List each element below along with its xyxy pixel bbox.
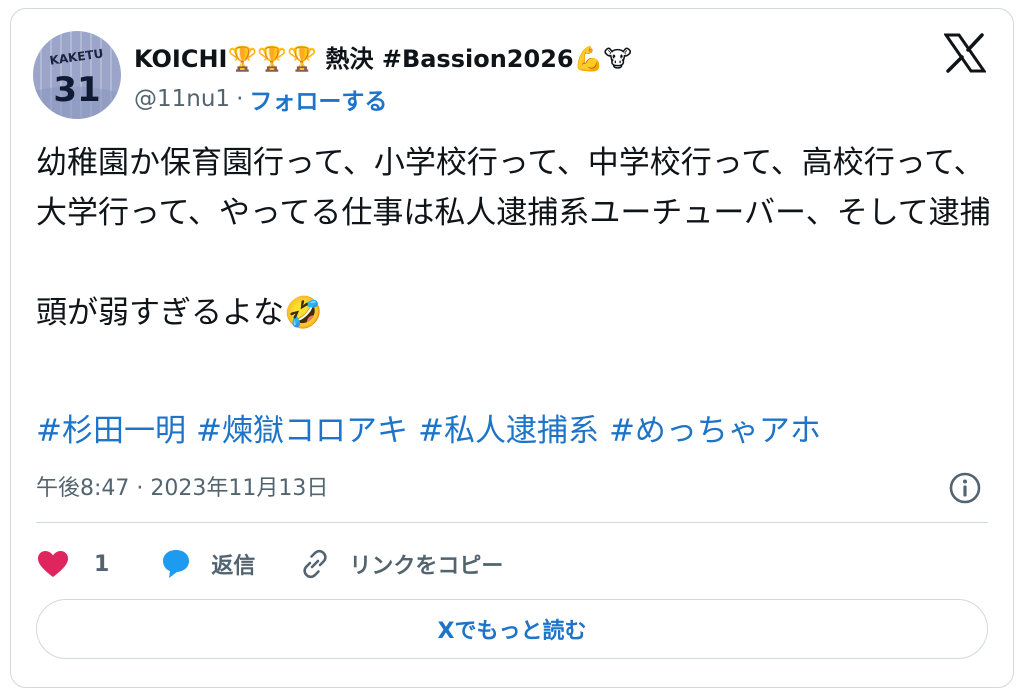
reply-button[interactable]: 返信 bbox=[159, 548, 255, 580]
paragraph-spacer bbox=[36, 238, 996, 288]
like-button[interactable]: 1 bbox=[36, 549, 109, 579]
display-name-row[interactable]: KOICHI🏆🏆🏆 熱決 #Bassion2026💪🐮 bbox=[134, 36, 632, 76]
divider bbox=[36, 522, 988, 523]
like-count: 1 bbox=[94, 551, 110, 577]
action-bar: 1 返信 リンクをコピー bbox=[36, 543, 503, 585]
heart-icon bbox=[36, 549, 70, 579]
hashtag-list: #杉田一明 #煉獄コロアキ #私人逮捕系 #めっちゃアホ bbox=[36, 406, 831, 456]
reply-label: 返信 bbox=[211, 554, 256, 579]
copy-link-label: リンクをコピー bbox=[349, 554, 504, 579]
tweet-timestamp[interactable]: 午後8:47 · 2023年11月13日 bbox=[36, 470, 328, 502]
hashtag-link[interactable]: #私人逮捕系 bbox=[418, 413, 599, 449]
info-icon[interactable] bbox=[948, 471, 982, 505]
x-logo-icon[interactable] bbox=[943, 33, 987, 73]
handle-row: @11nu1 · フォローする bbox=[134, 82, 387, 116]
tweet-paragraph: 頭が弱すぎるよな🤣 bbox=[36, 295, 323, 331]
avatar[interactable]: KAKETU 31 bbox=[33, 31, 121, 119]
tweet-paragraph: 幼稚園か保育園行って、小学校行って、中学校行って、高校行って、大学行って、やって… bbox=[36, 145, 991, 231]
hashtag-link[interactable]: #杉田一明 bbox=[36, 413, 186, 449]
copy-link-button[interactable]: リンクをコピー bbox=[299, 548, 503, 580]
display-name[interactable]: KOICHI🏆🏆🏆 熱決 #Bassion2026💪🐮 bbox=[134, 39, 632, 74]
read-more-button[interactable]: Xでもっと読む bbox=[36, 599, 988, 659]
tweet-text: 幼稚園か保育園行って、小学校行って、中学校行って、高校行って、大学行って、やって… bbox=[36, 138, 996, 338]
avatar-jersey-number: 31 bbox=[53, 70, 100, 110]
hashtag-link[interactable]: #めっちゃアホ bbox=[609, 413, 821, 449]
hashtag-link[interactable]: #煉獄コロアキ bbox=[196, 413, 408, 449]
link-icon bbox=[299, 548, 331, 580]
follow-button[interactable]: フォローする bbox=[249, 82, 387, 116]
separator-dot: · bbox=[236, 86, 244, 112]
user-handle[interactable]: @11nu1 bbox=[134, 86, 230, 112]
reply-bubble-icon bbox=[159, 548, 193, 580]
